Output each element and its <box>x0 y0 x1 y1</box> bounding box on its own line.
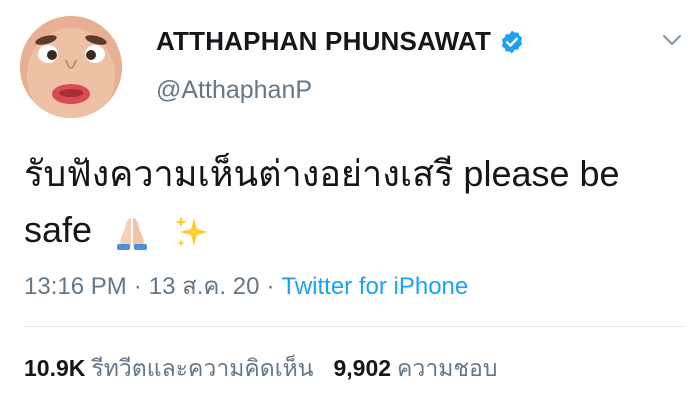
retweets-stat[interactable]: 10.9K รีทวีตและความคิดเห็น <box>24 355 313 381</box>
sparkles-icon <box>175 216 209 248</box>
divider <box>24 326 684 327</box>
author-header: ATTHAPHAN PHUNSAWAT <box>156 26 525 57</box>
display-name[interactable]: ATTHAPHAN PHUNSAWAT <box>156 26 491 57</box>
tweet-time: 13:16 PM <box>24 273 127 300</box>
tweet-source-link[interactable]: Twitter for iPhone <box>282 273 469 300</box>
meta-separator: · <box>133 273 142 300</box>
meta-separator: · <box>266 273 275 300</box>
tweet-text: รับฟังความเห็นต่างอย่างเสรี please be sa… <box>24 146 674 258</box>
retweets-label: รีทวีตและความคิดเห็น <box>91 355 314 381</box>
tweet-meta: 13:16 PM · 13 ส.ค. 20 · Twitter for iPhone <box>24 266 468 305</box>
folded-hands-icon <box>117 218 148 251</box>
tweet-date: 13 ส.ค. 20 <box>148 273 260 300</box>
likes-stat[interactable]: 9,902 ความชอบ <box>333 355 497 381</box>
likes-count: 9,902 <box>333 355 392 381</box>
chevron-down-icon[interactable] <box>660 28 684 52</box>
retweets-count: 10.9K <box>24 355 86 381</box>
verified-badge-icon <box>501 30 523 53</box>
user-handle[interactable]: @AtthaphanP <box>156 76 312 105</box>
avatar[interactable] <box>20 16 122 118</box>
likes-label: ความชอบ <box>397 355 498 381</box>
tweet-stats: 10.9K รีทวีตและความคิดเห็น 9,902 ความชอบ <box>24 351 497 387</box>
